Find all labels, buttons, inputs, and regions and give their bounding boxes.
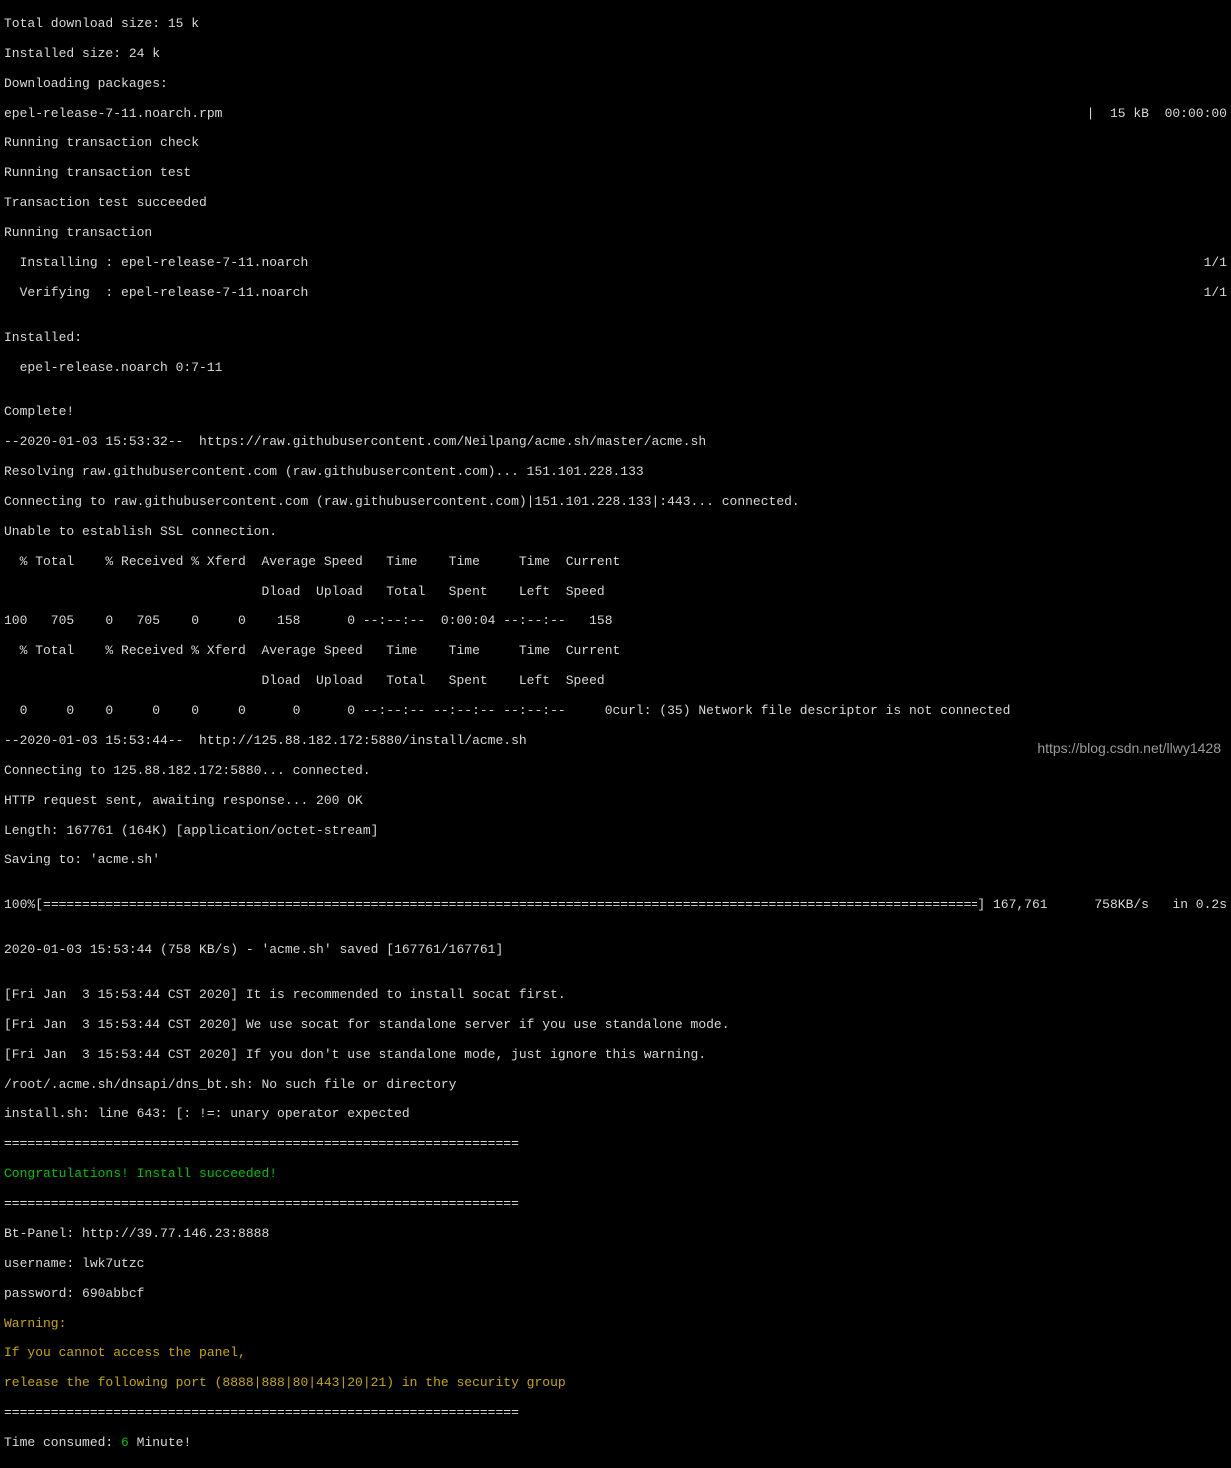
output-line: Complete! (4, 405, 1227, 420)
verify-count: 1/1 (1204, 286, 1227, 301)
output-line: % Total % Received % Xferd Average Speed… (4, 555, 1227, 570)
time-consumed: Time consumed: 6 Minute! (4, 1436, 1227, 1451)
output-line: Transaction test succeeded (4, 196, 1227, 211)
panel-url: Bt-Panel: http://39.77.146.23:8888 (4, 1227, 1227, 1242)
output-line: Running transaction (4, 226, 1227, 241)
warning-header: Warning: (4, 1317, 1227, 1332)
time-unit: Minute! (129, 1435, 191, 1450)
success-message: Congratulations! Install succeeded! (4, 1167, 1227, 1182)
output-line: Running transaction test (4, 166, 1227, 181)
output-line: Connecting to 125.88.182.172:5880... con… (4, 764, 1227, 779)
output-line: Running transaction check (4, 136, 1227, 151)
output-line: install.sh: line 643: [: !=: unary opera… (4, 1107, 1227, 1122)
install-text: Installing : epel-release-7-11.noarch (4, 256, 308, 271)
output-line: [Fri Jan 3 15:53:44 CST 2020] We use soc… (4, 1018, 1227, 1033)
output-line: Dload Upload Total Spent Left Speed (4, 585, 1227, 600)
output-line: Resolving raw.githubusercontent.com (raw… (4, 465, 1227, 480)
output-line: Installed size: 24 k (4, 47, 1227, 62)
output-line: 2020-01-03 15:53:44 (758 KB/s) - 'acme.s… (4, 943, 1227, 958)
verify-line: Verifying : epel-release-7-11.noarch 1/1 (4, 286, 1227, 301)
progress-line: 100%[===================================… (4, 898, 1227, 913)
warning-text: release the following port (8888|888|80|… (4, 1376, 1227, 1391)
output-line: 100 705 0 705 0 0 158 0 --:--:-- 0:00:04… (4, 614, 1227, 629)
spacer (308, 286, 1203, 301)
username-line: username: lwk7utzc (4, 1257, 1227, 1272)
output-line: epel-release.noarch 0:7-11 (4, 361, 1227, 376)
output-line: Length: 167761 (164K) [application/octet… (4, 824, 1227, 839)
output-line: Saving to: 'acme.sh' (4, 853, 1227, 868)
progress-stats: ] 167,761 758KB/s in 0.2s (977, 898, 1227, 913)
output-line: Installed: (4, 331, 1227, 346)
package-name: epel-release-7-11.noarch.rpm (4, 107, 222, 122)
progress-bar: ========================================… (43, 898, 977, 913)
time-label: Time consumed: (4, 1435, 121, 1450)
warning-text: If you cannot access the panel, (4, 1346, 1227, 1361)
download-line: epel-release-7-11.noarch.rpm | 15 kB 00:0… (4, 107, 1227, 122)
time-value: 6 (121, 1435, 129, 1450)
progress-percent: 100%[ (4, 898, 43, 913)
install-line: Installing : epel-release-7-11.noarch 1/1 (4, 256, 1227, 271)
separator: ========================================… (4, 1406, 1227, 1421)
download-stats: | 15 kB 00:00:00 (1087, 107, 1227, 122)
spacer (308, 256, 1203, 271)
output-line: [Fri Jan 3 15:53:44 CST 2020] It is reco… (4, 988, 1227, 1003)
separator: ========================================… (4, 1197, 1227, 1212)
password-line: password: 690abbcf (4, 1287, 1227, 1302)
output-line: Unable to establish SSL connection. (4, 525, 1227, 540)
output-line: [Fri Jan 3 15:53:44 CST 2020] If you don… (4, 1048, 1227, 1063)
terminal-output: Total download size: 15 k Installed size… (0, 0, 1231, 1468)
output-line: HTTP request sent, awaiting response... … (4, 794, 1227, 809)
output-line: % Total % Received % Xferd Average Speed… (4, 644, 1227, 659)
output-line: Downloading packages: (4, 77, 1227, 92)
output-line: --2020-01-03 15:53:32-- https://raw.gith… (4, 435, 1227, 450)
output-line: Connecting to raw.githubusercontent.com … (4, 495, 1227, 510)
output-line: 0 0 0 0 0 0 0 0 --:--:-- --:--:-- --:--:… (4, 704, 1227, 719)
output-line: /root/.acme.sh/dnsapi/dns_bt.sh: No such… (4, 1078, 1227, 1093)
output-line: Dload Upload Total Spent Left Speed (4, 674, 1227, 689)
install-count: 1/1 (1204, 256, 1227, 271)
watermark-text: https://blog.csdn.net/llwy1428 (1037, 740, 1221, 756)
verify-text: Verifying : epel-release-7-11.noarch (4, 286, 308, 301)
spacer (222, 107, 1086, 122)
separator: ========================================… (4, 1137, 1227, 1152)
output-line: Total download size: 15 k (4, 17, 1227, 32)
